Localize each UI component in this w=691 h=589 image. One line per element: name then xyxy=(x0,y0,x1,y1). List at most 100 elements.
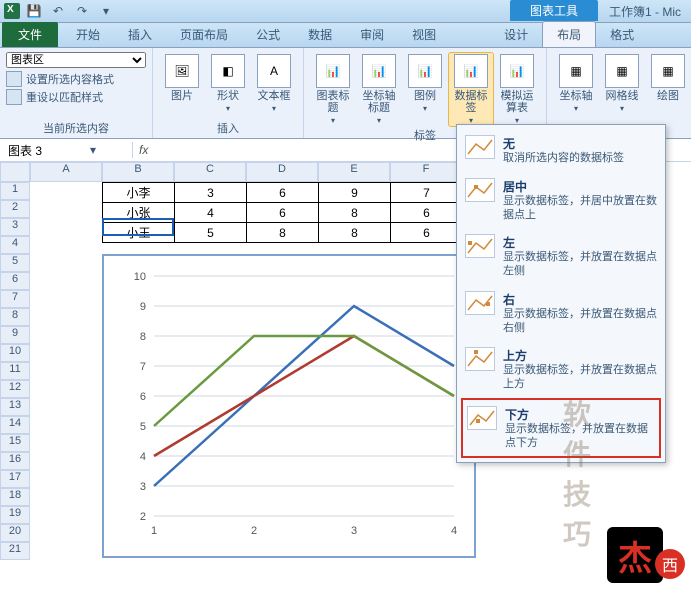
row-header[interactable]: 7 xyxy=(0,290,30,308)
row-header[interactable]: 1 xyxy=(0,182,30,200)
data-table: 小李 3 6 9 7 小张 4 6 8 6 小王 5 8 8 6 xyxy=(102,182,463,243)
excel-icon xyxy=(4,3,20,19)
table-row: 小王 5 8 8 6 xyxy=(103,223,463,243)
row-header[interactable]: 3 xyxy=(0,218,30,236)
left-icon xyxy=(465,234,495,258)
group-label: 插入 xyxy=(159,120,297,136)
row-header[interactable]: 11 xyxy=(0,362,30,380)
row-header[interactable]: 17 xyxy=(0,470,30,488)
redo-button[interactable]: ↷ xyxy=(72,2,92,20)
cell-F2[interactable]: 7 xyxy=(391,183,463,203)
cell-C3[interactable]: 4 xyxy=(175,203,247,223)
save-button[interactable]: 💾 xyxy=(24,2,44,20)
column-header[interactable]: D xyxy=(246,162,318,182)
row-header[interactable]: 19 xyxy=(0,506,30,524)
cell-D3[interactable]: 6 xyxy=(247,203,319,223)
tab-layout[interactable]: 布局 xyxy=(542,21,596,47)
column-header[interactable]: C xyxy=(174,162,246,182)
name-box-input[interactable] xyxy=(6,142,90,158)
table-row: 小张 4 6 8 6 xyxy=(103,203,463,223)
title-bar: 💾 ↶ ↷ ▾ 图表工具 工作簿1 - Mic xyxy=(0,0,691,23)
format-icon xyxy=(6,71,22,87)
textbox-button[interactable]: A文本框▾ xyxy=(251,52,297,115)
row-header[interactable]: 15 xyxy=(0,434,30,452)
plot-button[interactable]: ▦绘图 xyxy=(645,52,691,115)
cell-C2[interactable]: 3 xyxy=(175,183,247,203)
shapes-button[interactable]: ◧形状▾ xyxy=(205,52,251,115)
data-labels-none[interactable]: 无取消所选内容的数据标签 xyxy=(461,129,661,172)
row-header[interactable]: 21 xyxy=(0,542,30,560)
cell-E2[interactable]: 9 xyxy=(319,183,391,203)
cell-D2[interactable]: 6 xyxy=(247,183,319,203)
window-title: 工作簿1 - Mic xyxy=(609,3,687,20)
cell-E3[interactable]: 8 xyxy=(319,203,391,223)
data-labels-left[interactable]: 左显示数据标签，并放置在数据点左侧 xyxy=(461,228,661,285)
tab-view[interactable]: 视图 xyxy=(398,22,450,47)
cell-C4[interactable]: 5 xyxy=(175,223,247,243)
data-labels-center[interactable]: 居中显示数据标签，并居中放置在数据点上 xyxy=(461,172,661,229)
tab-file[interactable]: 文件 xyxy=(2,22,58,47)
svg-text:6: 6 xyxy=(140,391,146,403)
row-header[interactable]: 4 xyxy=(0,236,30,254)
axis-titles-button[interactable]: 📊坐标轴标题▾ xyxy=(356,52,402,127)
tab-page-layout[interactable]: 页面布局 xyxy=(166,22,242,47)
cell-B2[interactable]: 小李 xyxy=(103,183,175,203)
column-header[interactable]: B xyxy=(102,162,174,182)
fx-icon[interactable]: fx xyxy=(139,143,148,157)
cell-F3[interactable]: 6 xyxy=(391,203,463,223)
picture-button[interactable]: 🖼图片 xyxy=(159,52,205,115)
select-all-corner[interactable] xyxy=(0,162,30,182)
chart-element-selector[interactable]: 图表区 xyxy=(6,52,146,68)
tab-formulas[interactable]: 公式 xyxy=(242,22,294,47)
row-header[interactable]: 16 xyxy=(0,452,30,470)
tab-data[interactable]: 数据 xyxy=(294,22,346,47)
row-header[interactable]: 14 xyxy=(0,416,30,434)
row-header[interactable]: 6 xyxy=(0,272,30,290)
row-header[interactable]: 9 xyxy=(0,326,30,344)
svg-text:5: 5 xyxy=(140,421,146,433)
row-header[interactable]: 8 xyxy=(0,308,30,326)
data-labels-icon: 📊 xyxy=(454,54,488,88)
tab-format[interactable]: 格式 xyxy=(596,22,648,47)
reset-style-button[interactable]: 重设以匹配样式 xyxy=(6,89,146,105)
tab-insert[interactable]: 插入 xyxy=(114,22,166,47)
svg-text:2: 2 xyxy=(140,511,146,523)
row-header[interactable]: 20 xyxy=(0,524,30,542)
data-labels-above[interactable]: 上方显示数据标签，并放置在数据点上方 xyxy=(461,341,661,398)
chart-title-button[interactable]: 📊图表标题▾ xyxy=(310,52,356,127)
svg-text:3: 3 xyxy=(140,481,146,493)
column-header[interactable]: A xyxy=(30,162,102,182)
row-header[interactable]: 5 xyxy=(0,254,30,272)
cell-F4[interactable]: 6 xyxy=(391,223,463,243)
group-insert: 🖼图片 ◧形状▾ A文本框▾ 插入 xyxy=(153,48,304,138)
tab-review[interactable]: 审阅 xyxy=(346,22,398,47)
column-header[interactable]: F xyxy=(390,162,462,182)
chevron-down-icon[interactable]: ▾ xyxy=(90,143,96,157)
group-current-selection: 图表区 设置所选内容格式 重设以匹配样式 当前所选内容 xyxy=(0,48,153,138)
data-labels-right[interactable]: 右显示数据标签，并放置在数据点右侧 xyxy=(461,285,661,342)
tab-design[interactable]: 设计 xyxy=(490,22,542,47)
row-header[interactable]: 12 xyxy=(0,380,30,398)
cell-B3[interactable]: 小张 xyxy=(103,203,175,223)
cell-E4[interactable]: 8 xyxy=(319,223,391,243)
tab-home[interactable]: 开始 xyxy=(62,22,114,47)
row-header[interactable]: 13 xyxy=(0,398,30,416)
data-table-button[interactable]: 📊模拟运算表▾ xyxy=(494,52,540,127)
column-header[interactable]: E xyxy=(318,162,390,182)
data-labels-button[interactable]: 📊数据标签▾ xyxy=(448,52,494,127)
row-header[interactable]: 10 xyxy=(0,344,30,362)
undo-button[interactable]: ↶ xyxy=(48,2,68,20)
name-box[interactable]: ▾ xyxy=(0,142,133,158)
row-header[interactable]: 18 xyxy=(0,488,30,506)
axes-button[interactable]: ▦坐标轴▾ xyxy=(553,52,599,115)
qat-customize-button[interactable]: ▾ xyxy=(96,2,116,20)
svg-text:4: 4 xyxy=(451,525,457,537)
legend-button[interactable]: 📊图例▾ xyxy=(402,52,448,127)
gridlines-button[interactable]: ▦网格线▾ xyxy=(599,52,645,115)
embedded-chart[interactable]: 23456789101234 xyxy=(102,254,476,558)
data-labels-below[interactable]: 下方显示数据标签，并放置在数据点下方 xyxy=(461,398,661,459)
format-selection-button[interactable]: 设置所选内容格式 xyxy=(6,71,146,87)
cell-D4[interactable]: 8 xyxy=(247,223,319,243)
cell-B4[interactable]: 小王 xyxy=(103,223,175,243)
row-header[interactable]: 2 xyxy=(0,200,30,218)
